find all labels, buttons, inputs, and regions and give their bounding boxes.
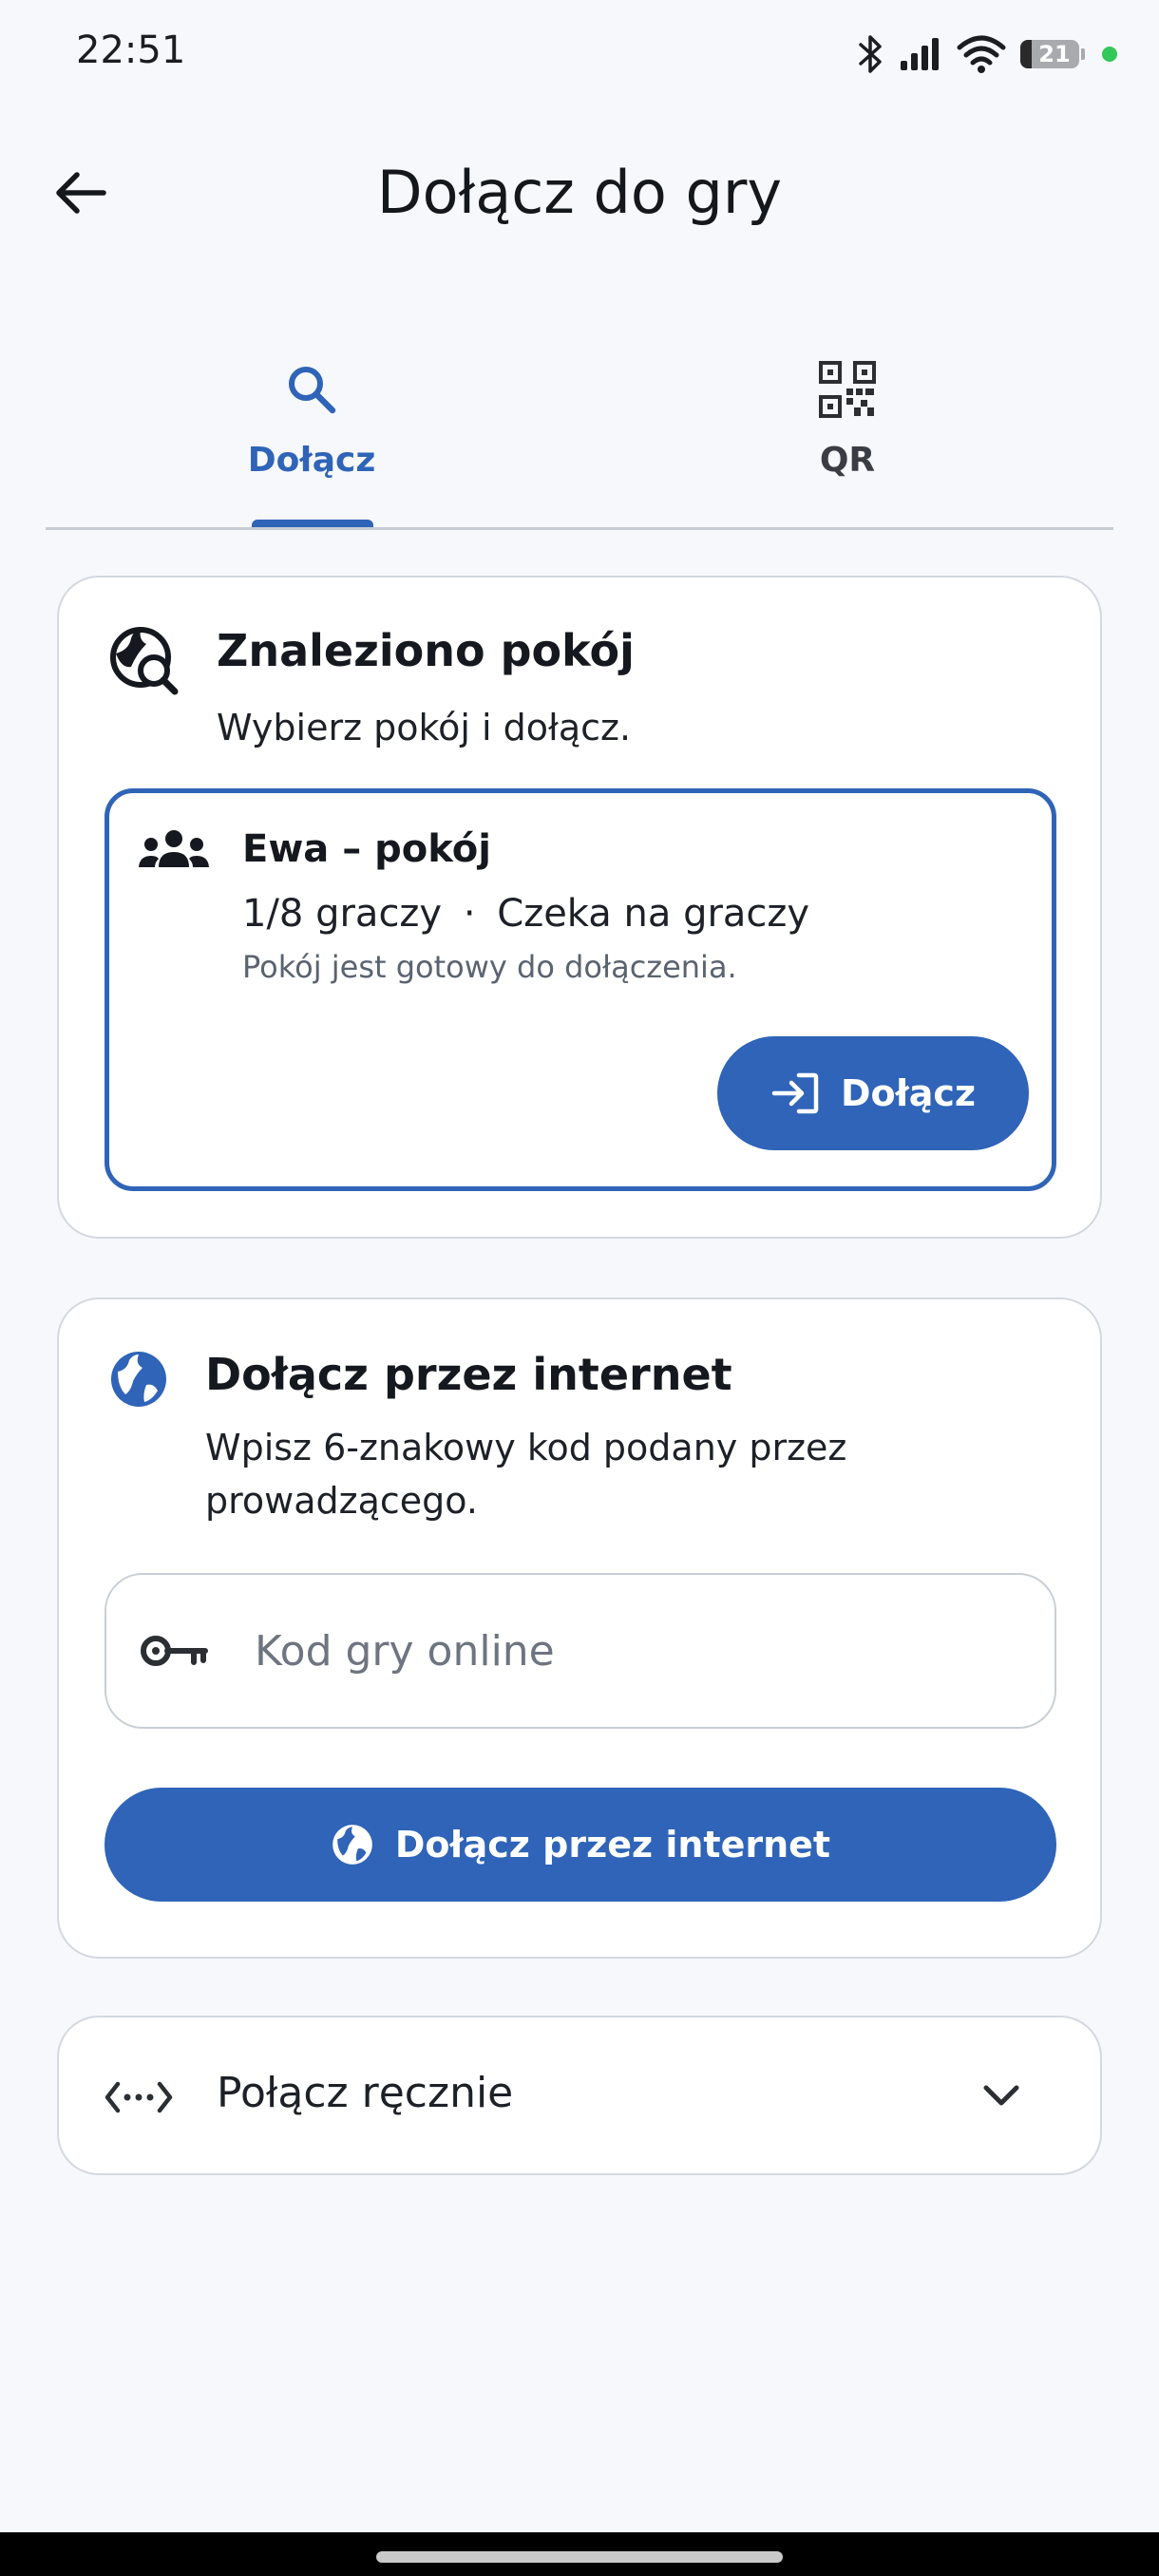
qr-code-icon (819, 361, 876, 418)
found-room-subtitle: Wybierz pokój i dołącz. (217, 707, 632, 748)
room-ready-text: Pokój jest gotowy do dołączenia. (242, 949, 737, 985)
privacy-indicator-dot (1102, 47, 1117, 62)
room-name: Ewa – pokój (242, 827, 491, 871)
tab-divider (46, 527, 1113, 530)
globe-icon (332, 1825, 372, 1865)
people-icon (139, 830, 209, 867)
online-code-input[interactable]: Kod gry online (104, 1573, 1056, 1729)
online-subtitle: Wpisz 6-znakowy kod podany przez prowadz… (205, 1421, 846, 1527)
code-arrows-icon (104, 2081, 173, 2113)
status-icons: 21 (857, 30, 1117, 78)
battery-level: 21 (1038, 41, 1071, 67)
bluetooth-icon (859, 35, 882, 73)
page-title: Dołącz do gry (376, 158, 783, 227)
battery-icon: 21 (1020, 40, 1085, 68)
join-room-button[interactable]: Dołącz (717, 1036, 1029, 1150)
key-icon (141, 1636, 208, 1666)
search-icon (289, 367, 336, 414)
room-info: 1/8 graczy · Czeka na graczy (242, 892, 809, 936)
room-separator: · (463, 892, 476, 936)
signal-icon (901, 38, 939, 70)
home-indicator[interactable] (376, 2551, 783, 2563)
room-item[interactable]: Ewa – pokój 1/8 graczy · Czeka na graczy… (104, 788, 1056, 1191)
online-title: Dołącz przez internet (205, 1349, 732, 1400)
globe-icon (111, 1352, 166, 1407)
tab-qr[interactable]: QR (581, 351, 1113, 532)
globe-search-icon (110, 627, 179, 695)
tab-join-label: Dołącz (247, 441, 376, 480)
online-join-card: Dołącz przez internet Wpisz 6-znakowy ko… (57, 1297, 1102, 1959)
room-status: Czeka na graczy (497, 892, 810, 936)
online-subtitle-line1: Wpisz 6-znakowy kod podany przez (205, 1427, 847, 1468)
found-room-card: Znaleziono pokój Wybierz pokój i dołącz.… (57, 576, 1102, 1239)
join-room-label: Dołącz (840, 1072, 977, 1114)
found-room-title: Znaleziono pokój (217, 625, 635, 676)
wifi-icon (957, 35, 1006, 73)
room-players: 1/8 graczy (242, 892, 443, 936)
login-icon (771, 1072, 819, 1114)
join-online-label: Dołącz przez internet (394, 1824, 831, 1866)
online-subtitle-line2: prowadzącego. (205, 1480, 478, 1522)
manual-connect-row[interactable]: Połącz ręcznie (57, 2016, 1102, 2175)
tab-join[interactable]: Dołącz (46, 351, 578, 532)
online-code-placeholder: Kod gry online (255, 1626, 555, 1676)
tab-qr-label: QR (819, 441, 876, 480)
join-online-button[interactable]: Dołącz przez internet (104, 1788, 1056, 1902)
manual-connect-label: Połącz ręcznie (217, 2069, 514, 2117)
chevron-down-icon (983, 2085, 1019, 2106)
status-time: 22:51 (76, 28, 186, 72)
